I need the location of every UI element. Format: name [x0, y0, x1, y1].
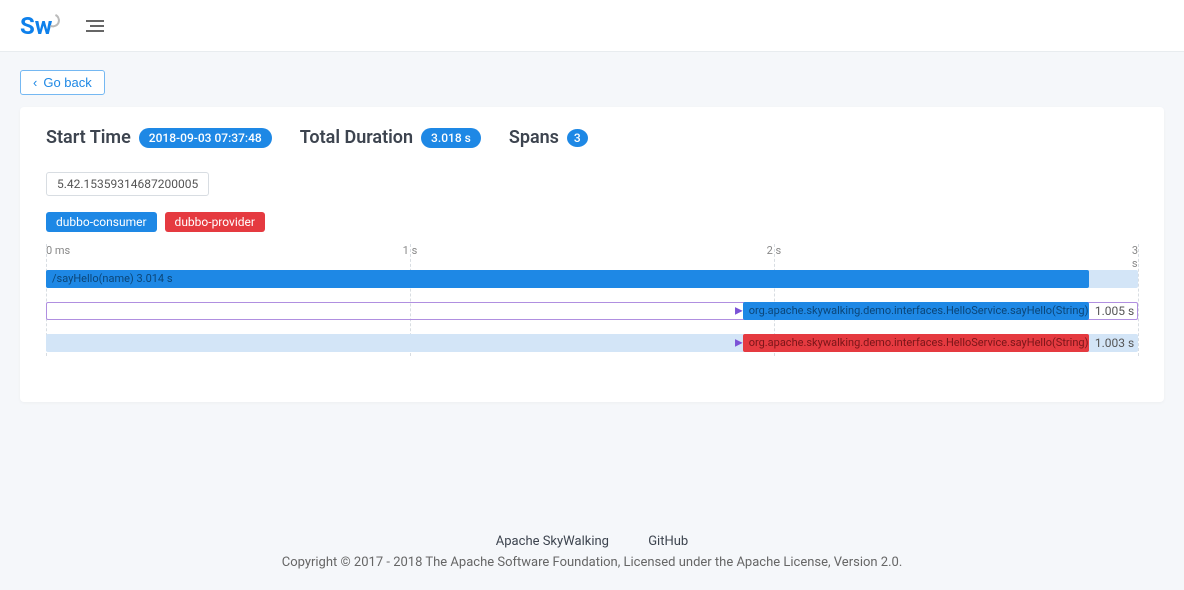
topbar: Sw	[0, 0, 1184, 52]
service-tags: dubbo-consumer dubbo-provider	[46, 212, 1138, 232]
duration-label: Total Duration	[300, 127, 413, 148]
span-duration: 1.003 s	[1089, 330, 1134, 356]
span-row: ▶ org.apache.skywalking.demo.interfaces.…	[46, 298, 1138, 324]
logo: Sw	[20, 12, 62, 40]
span-bar[interactable]: /sayHello(name) 3.014 s	[46, 270, 1089, 288]
tag-dubbo-consumer[interactable]: dubbo-consumer	[46, 212, 157, 232]
duration-value: 3.018 s	[421, 128, 481, 148]
menu-icon[interactable]	[86, 20, 104, 32]
trace-card: Start Time 2018-09-03 07:37:48 Total Dur…	[20, 107, 1164, 402]
start-time-label: Start Time	[46, 127, 131, 148]
summary-row: Start Time 2018-09-03 07:37:48 Total Dur…	[46, 127, 1138, 148]
span-bar[interactable]: org.apache.skywalking.demo.interfaces.He…	[743, 334, 1089, 352]
go-back-label: Go back	[43, 75, 91, 90]
span-row: ▶ org.apache.skywalking.demo.interfaces.…	[46, 330, 1138, 356]
footer-copyright: Copyright © 2017 - 2018 The Apache Softw…	[0, 555, 1184, 570]
spans-count: Spans 3	[509, 127, 588, 148]
timeline: 0 ms 1 s 2 s 3 s /sayHello(name) 3.014 s…	[46, 244, 1138, 356]
footer: Apache SkyWalking GitHub Copyright © 201…	[0, 534, 1184, 570]
spans-label: Spans	[509, 127, 559, 148]
start-time: Start Time 2018-09-03 07:37:48	[46, 127, 272, 148]
time-axis: 0 ms 1 s 2 s 3 s	[46, 244, 1138, 262]
span-duration: 1.005 s	[1089, 298, 1134, 324]
total-duration: Total Duration 3.018 s	[300, 127, 481, 148]
go-back-button[interactable]: ‹ Go back	[20, 70, 105, 95]
span-bar[interactable]: org.apache.skywalking.demo.interfaces.He…	[743, 302, 1089, 320]
spans-value: 3	[567, 129, 588, 147]
chevron-left-icon: ‹	[33, 75, 37, 90]
arrow-icon: ▶	[735, 338, 743, 349]
tick-0: 0 ms	[46, 244, 70, 257]
tick-1: 1 s	[403, 244, 418, 257]
tick-2: 2 s	[767, 244, 782, 257]
footer-link-github[interactable]: GitHub	[648, 534, 688, 549]
trace-id[interactable]: 5.42.15359314687200005	[46, 172, 209, 196]
footer-link-skywalking[interactable]: Apache SkyWalking	[496, 534, 609, 549]
arrow-icon: ▶	[735, 306, 743, 317]
tag-dubbo-provider[interactable]: dubbo-provider	[165, 212, 265, 232]
span-row: /sayHello(name) 3.014 s	[46, 266, 1138, 292]
start-time-value: 2018-09-03 07:37:48	[139, 128, 272, 148]
tracks: /sayHello(name) 3.014 s ▶ org.apache.sky…	[46, 262, 1138, 356]
